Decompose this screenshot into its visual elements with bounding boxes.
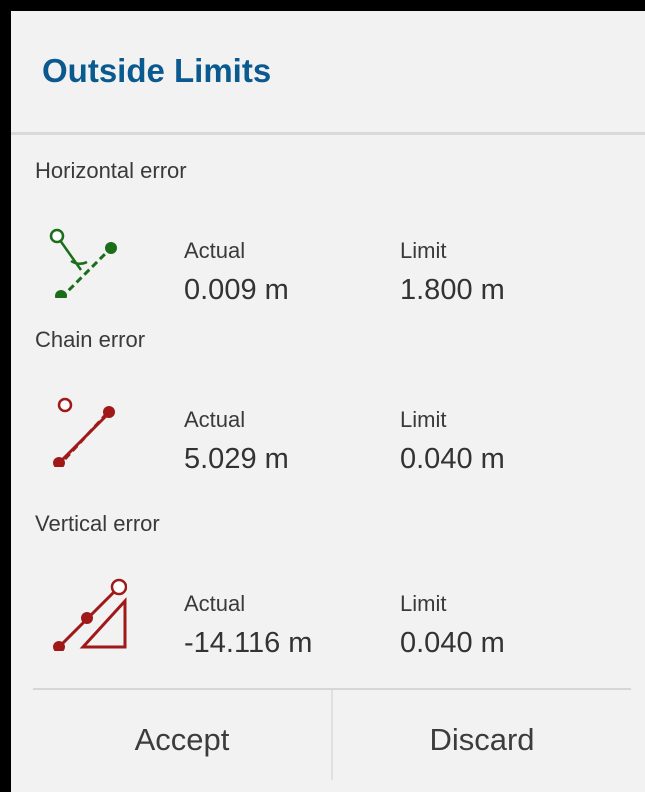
header-divider	[11, 132, 645, 135]
vertical-error-label: Vertical error	[35, 511, 160, 536]
chain-error-icon	[47, 387, 127, 467]
dialog-title: Outside Limits	[42, 52, 272, 89]
vertical-limit-value: 0.040 m	[400, 627, 505, 659]
discard-button[interactable]: Discard	[333, 690, 631, 790]
chain-actual-label: Actual	[184, 407, 246, 432]
outside-limits-dialog: Outside Limits Horizontal error Actual 0…	[11, 11, 645, 792]
chain-limit-label: Limit	[400, 407, 447, 432]
accept-button[interactable]: Accept	[33, 690, 331, 790]
chain-error-label: Chain error	[35, 327, 146, 352]
dialog-header: Outside Limits	[11, 11, 645, 132]
horizontal-actual-label: Actual	[184, 238, 246, 263]
vertical-error-icon	[47, 571, 127, 651]
horizontal-limit-label: Limit	[400, 238, 447, 263]
horizontal-limit-value: 1.800 m	[400, 274, 505, 306]
horizontal-actual-value: 0.009 m	[184, 274, 289, 306]
horizontal-error-icon	[47, 218, 127, 298]
horizontal-error-label: Horizontal error	[35, 158, 187, 183]
chain-actual-value: 5.029 m	[184, 443, 289, 475]
vertical-actual-label: Actual	[184, 591, 246, 616]
vertical-limit-label: Limit	[400, 591, 447, 616]
vertical-actual-value: -14.116 m	[184, 627, 313, 659]
chain-limit-value: 0.040 m	[400, 443, 505, 475]
